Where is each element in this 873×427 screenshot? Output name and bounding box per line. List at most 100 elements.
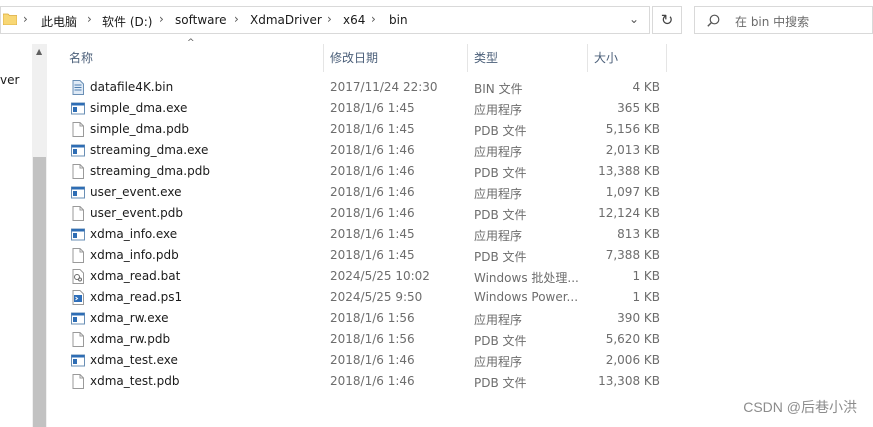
file-type: PDB 文件 [474, 166, 527, 180]
file-date: 2024/5/25 10:02 [330, 269, 430, 283]
file-size: 390 KB [617, 311, 660, 325]
file-size: 5,620 KB [605, 332, 660, 346]
file-type: Windows Power... [474, 290, 578, 304]
sort-ascending-icon: ^ [187, 38, 195, 48]
file-row[interactable]: streaming_dma.exe 2018/1/6 1:46 应用程序 2,013 … [65, 140, 665, 161]
scroll-up-arrow-icon[interactable]: ▲ [36, 47, 42, 56]
file-date: 2018/1/6 1:45 [330, 227, 415, 241]
file-row[interactable]: user_event.pdb 2018/1/6 1:46 PDB 文件 12,124 … [65, 203, 665, 224]
file-size: 4 KB [632, 80, 660, 94]
file-name[interactable]: xdma_rw.exe [90, 311, 169, 325]
breadcrumb-drive-d[interactable]: 软件 (D:) [102, 13, 152, 30]
file-date: 2018/1/6 1:46 [330, 143, 415, 157]
bat-file-icon [71, 269, 85, 284]
file-row[interactable]: xdma_info.exe 2018/1/6 1:45 应用程序 813 KB [65, 224, 665, 245]
file-name[interactable]: datafile4K.bin [90, 80, 173, 94]
file-row[interactable]: xdma_read.bat 2024/5/25 10:02 Windows 批处理.… [65, 266, 665, 287]
watermark: CSDN @后巷小洪 [743, 399, 857, 415]
file-name[interactable]: streaming_dma.pdb [90, 164, 210, 178]
file-row[interactable]: xdma_info.pdb 2018/1/6 1:45 PDB 文件 7,388 KB [65, 245, 665, 266]
file-row[interactable]: streaming_dma.pdb 2018/1/6 1:46 PDB 文件 13,3… [65, 161, 665, 182]
file-row[interactable]: xdma_test.pdb 2018/1/6 1:46 PDB 文件 13,308 K… [65, 371, 665, 392]
file-size: 5,156 KB [605, 122, 660, 136]
breadcrumb-bin[interactable]: bin [389, 13, 408, 27]
file-name[interactable]: xdma_read.bat [90, 269, 180, 283]
file-row[interactable]: simple_dma.exe 2018/1/6 1:45 应用程序 365 KB [65, 98, 665, 119]
refresh-button[interactable]: ↻ [652, 6, 682, 34]
file-row[interactable]: simple_dma.pdb 2018/1/6 1:45 PDB 文件 5,156 K… [65, 119, 665, 140]
file-row[interactable]: xdma_rw.pdb 2018/1/6 1:56 PDB 文件 5,620 KB [65, 329, 665, 350]
file-row[interactable]: datafile4K.bin 2017/11/24 22:30 BIN 文件 4 KB [65, 77, 665, 98]
generic-file-icon [71, 332, 85, 347]
breadcrumb-separator[interactable]: › [159, 12, 164, 26]
file-name[interactable]: user_event.exe [90, 185, 181, 199]
file-size: 1 KB [632, 269, 660, 283]
file-name[interactable]: streaming_dma.exe [90, 143, 208, 157]
file-name[interactable]: xdma_info.exe [90, 227, 177, 241]
generic-file-icon [71, 122, 85, 137]
column-divider[interactable] [467, 44, 468, 72]
nav-scrollbar-thumb[interactable] [33, 157, 46, 427]
file-size: 2,006 KB [605, 353, 660, 367]
breadcrumb-separator[interactable]: › [371, 12, 376, 26]
file-name[interactable]: xdma_rw.pdb [90, 332, 170, 346]
column-divider[interactable] [587, 44, 588, 72]
file-type: 应用程序 [474, 229, 523, 243]
file-type: PDB 文件 [474, 250, 527, 264]
search-input[interactable]: 在 bin 中搜索 [735, 13, 809, 30]
folder-icon [3, 13, 17, 25]
breadcrumb-separator[interactable]: › [327, 12, 332, 26]
breadcrumb-separator[interactable]: › [23, 12, 28, 26]
generic-file-icon [71, 164, 85, 179]
file-name[interactable]: simple_dma.pdb [90, 122, 189, 136]
file-name[interactable]: user_event.pdb [90, 206, 183, 220]
breadcrumb-x64[interactable]: x64 [343, 13, 365, 27]
file-type: 应用程序 [474, 187, 523, 201]
file-row[interactable]: xdma_rw.exe 2018/1/6 1:56 应用程序 390 KB [65, 308, 665, 329]
file-type: PDB 文件 [474, 376, 527, 390]
column-header-date[interactable]: 修改日期 [330, 44, 378, 72]
file-date: 2017/11/24 22:30 [330, 80, 438, 94]
breadcrumb-separator[interactable]: › [234, 12, 239, 26]
file-name[interactable]: xdma_info.pdb [90, 248, 179, 262]
file-size: 12,124 KB [598, 206, 660, 220]
generic-file-icon [71, 248, 85, 263]
file-row[interactable]: xdma_read.ps1 2024/5/25 9:50 Windows Power… [65, 287, 665, 308]
file-size: 2,013 KB [605, 143, 660, 157]
exe-file-icon [71, 311, 85, 326]
file-date: 2024/5/25 9:50 [330, 290, 423, 304]
file-name[interactable]: xdma_read.ps1 [90, 290, 182, 304]
nav-pane-item[interactable]: ver [0, 73, 19, 87]
file-size: 813 KB [617, 227, 660, 241]
column-header-type[interactable]: 类型 [474, 44, 498, 72]
file-name[interactable]: xdma_test.exe [90, 353, 178, 367]
column-header-size[interactable]: 大小 [594, 44, 618, 72]
generic-file-icon [71, 206, 85, 221]
file-size: 365 KB [617, 101, 660, 115]
breadcrumb-this-pc[interactable]: 此电脑 [41, 13, 77, 30]
chevron-down-icon[interactable]: ⌄ [629, 12, 639, 26]
file-size: 1,097 KB [605, 185, 660, 199]
file-name[interactable]: xdma_test.pdb [90, 374, 179, 388]
file-row[interactable]: xdma_test.exe 2018/1/6 1:46 应用程序 2,006 KB [65, 350, 665, 371]
column-header-name[interactable]: 名称 [69, 44, 93, 72]
file-date: 2018/1/6 1:46 [330, 353, 415, 367]
file-date: 2018/1/6 1:56 [330, 311, 415, 325]
breadcrumb-software[interactable]: software [175, 13, 227, 27]
file-type: PDB 文件 [474, 334, 527, 348]
column-divider[interactable] [323, 44, 324, 72]
breadcrumb-separator[interactable]: › [87, 12, 92, 26]
file-size: 1 KB [632, 290, 660, 304]
file-date: 2018/1/6 1:56 [330, 332, 415, 346]
file-name[interactable]: simple_dma.exe [90, 101, 187, 115]
file-type: Windows 批处理... [474, 271, 578, 285]
file-date: 2018/1/6 1:46 [330, 185, 415, 199]
exe-file-icon [71, 101, 85, 116]
file-row[interactable]: user_event.exe 2018/1/6 1:46 应用程序 1,097 KB [65, 182, 665, 203]
address-bar[interactable]: › 此电脑 › 软件 (D:) › software › XdmaDriver … [0, 6, 650, 34]
ps1-file-icon [71, 290, 85, 305]
search-box[interactable]: 在 bin 中搜索 [694, 6, 873, 34]
breadcrumb-xdmadriver[interactable]: XdmaDriver [250, 13, 322, 27]
column-divider[interactable] [666, 44, 667, 72]
file-type: PDB 文件 [474, 208, 527, 222]
